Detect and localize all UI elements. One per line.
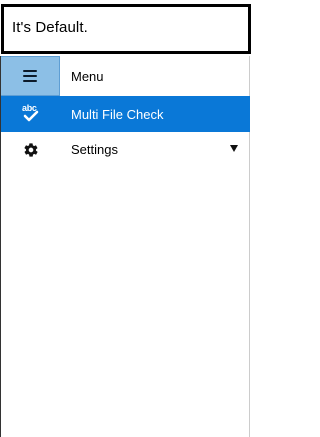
menu-item-label: Settings <box>71 142 118 157</box>
menu-item-settings[interactable]: Settings <box>0 133 250 167</box>
header-box: It's Default. <box>1 4 251 54</box>
header-text: It's Default. <box>12 19 88 36</box>
menu-item-label: Multi File Check <box>71 107 164 122</box>
hamburger-icon <box>23 70 37 82</box>
gear-icon <box>20 139 42 161</box>
menu-item-multi-file-check[interactable]: abc Multi File Check <box>0 96 250 132</box>
side-menu: Menu abc Multi File Check Settings <box>0 56 250 437</box>
hamburger-button[interactable] <box>0 56 60 96</box>
spellcheck-abc-icon: abc <box>20 103 42 125</box>
menu-label: Menu <box>71 69 104 84</box>
left-edge-divider <box>0 56 1 437</box>
chevron-down-icon[interactable] <box>230 145 238 152</box>
menu-toggle-row[interactable]: Menu <box>0 56 250 96</box>
